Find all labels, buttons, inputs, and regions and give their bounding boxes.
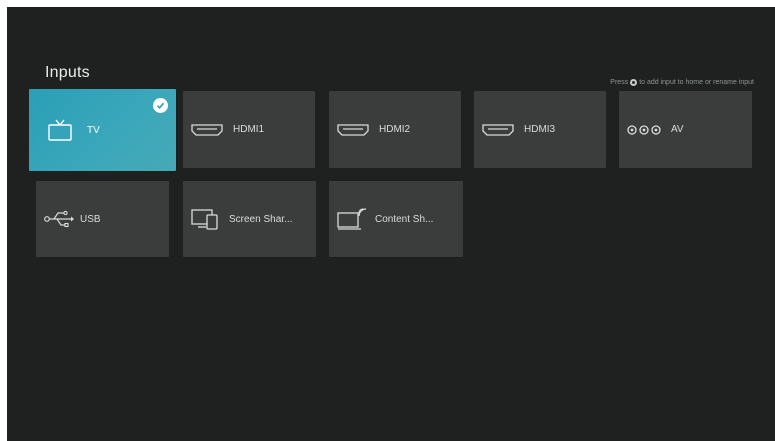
hint-suffix: to add input to home or rename input <box>639 79 754 86</box>
hdmi-port-icon <box>191 123 223 136</box>
input-label: USB <box>80 213 101 225</box>
options-button-icon <box>630 79 638 86</box>
content-share-icon <box>337 207 367 231</box>
hint-text: Press to add input to home or rename inp… <box>610 79 754 86</box>
input-label: AV <box>671 124 684 135</box>
input-tile-usb[interactable]: USB <box>36 181 169 257</box>
input-tile-content-share[interactable]: Content Sh... <box>329 181 463 257</box>
screen-share-icon <box>191 208 221 230</box>
input-label: TV <box>87 124 100 136</box>
usb-icon <box>44 209 74 229</box>
page-title: Inputs <box>45 64 90 81</box>
hint-prefix: Press <box>610 79 629 86</box>
input-tile-hdmi1[interactable]: HDMI1 <box>183 91 315 168</box>
input-label: HDMI3 <box>524 124 556 135</box>
input-label: Screen Shar... <box>229 213 293 225</box>
tv-icon <box>47 117 73 143</box>
check-icon <box>153 98 168 113</box>
input-tile-hdmi2[interactable]: HDMI2 <box>329 91 461 168</box>
hdmi-port-icon <box>337 123 369 136</box>
av-rca-icon <box>627 124 661 135</box>
input-tile-av[interactable]: AV <box>619 91 752 168</box>
tv-screen: Inputs Press to add input to home or ren… <box>7 7 775 441</box>
input-tile-tv[interactable]: TV <box>29 89 176 171</box>
input-tile-hdmi3[interactable]: HDMI3 <box>474 91 606 168</box>
input-label: Content Sh... <box>375 213 434 225</box>
input-tile-screen-share[interactable]: Screen Shar... <box>183 181 316 257</box>
input-label: HDMI2 <box>379 124 411 135</box>
hdmi-port-icon <box>482 123 514 136</box>
input-label: HDMI1 <box>233 124 265 135</box>
